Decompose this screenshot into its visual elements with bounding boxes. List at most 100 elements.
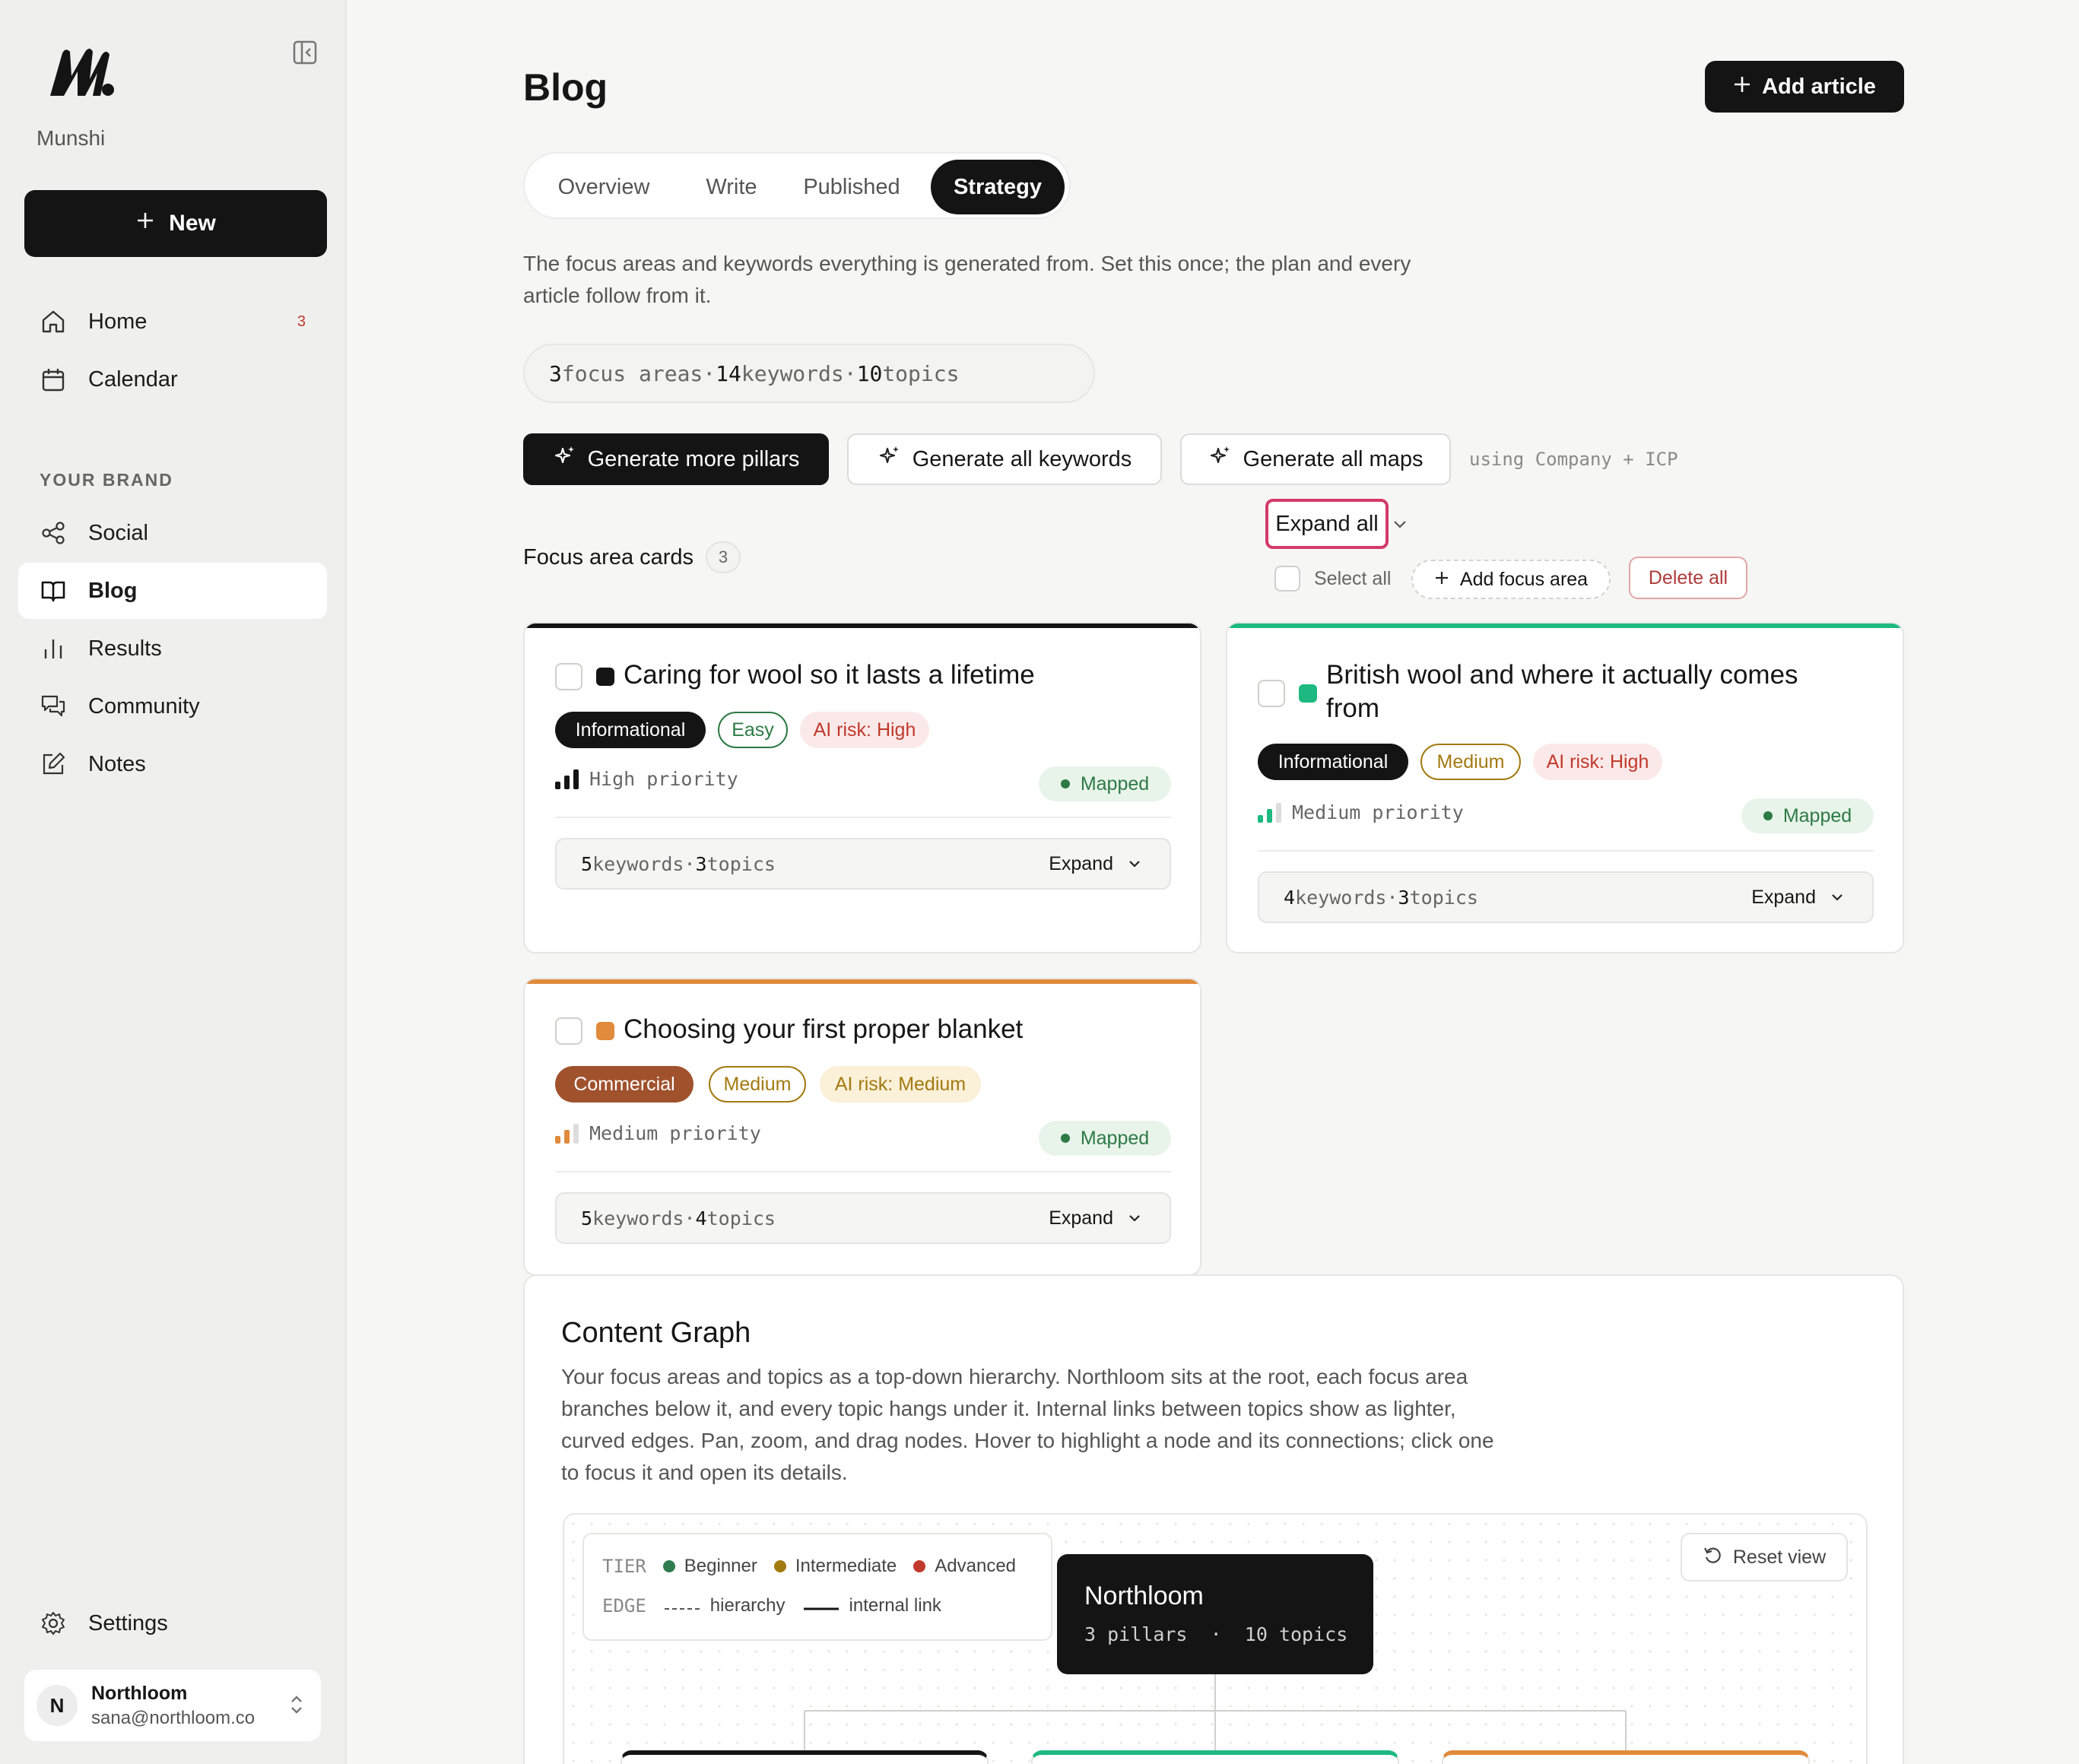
priority-label: Medium priority [589,1122,761,1144]
card-accent-bar [525,623,1200,628]
expand-card-button[interactable]: Expand [1049,853,1142,875]
priority-indicator: Medium priority [1258,801,1464,823]
pillar-label: pillars [1107,1623,1188,1645]
reset-icon [1703,1545,1722,1570]
sidebar-item-home[interactable]: Home 3 [18,293,327,350]
graph-canvas[interactable]: TIER Beginner Intermediate Advanced EDGE… [563,1513,1868,1764]
generate-pillars-button[interactable]: Generate more pillars [523,433,829,485]
sidebar-item-notes[interactable]: Notes [18,736,327,792]
priority-bars-icon [555,769,579,789]
edit-icon [40,750,67,778]
chevron-down-icon[interactable] [1392,517,1408,532]
focus-area-card[interactable]: Caring for wool so it lasts a lifetime I… [523,622,1201,953]
focus-area-card[interactable]: Choosing your first proper blanket Comme… [523,978,1201,1276]
add-focus-area-button[interactable]: Add focus area [1411,560,1611,599]
status-badge: Mapped [1039,766,1171,801]
solid-line-icon [802,1595,840,1616]
generation-source-note: using Company + ICP [1469,449,1678,470]
select-all-checkbox[interactable] [1274,566,1300,592]
card-checkbox[interactable] [555,1017,582,1045]
card-color-dot [596,1022,614,1040]
new-button[interactable]: New [24,190,327,257]
expand-card-button[interactable]: Expand [1049,1207,1142,1229]
delete-all-button[interactable]: Delete all [1629,557,1747,599]
keywords-summary-bar[interactable]: 4 keywords · 3 topics Expand [1258,871,1874,923]
pillar-count: 3 [1084,1623,1097,1645]
focus-area-card[interactable]: British wool and where it actually comes… [1226,622,1904,953]
expand-label: Expand [1049,1207,1113,1229]
expand-all-button[interactable]: Expand all [1265,499,1389,549]
generate-keywords-button[interactable]: Generate all keywords [847,433,1162,485]
generate-maps-label: Generate all maps [1243,446,1424,471]
plus-icon [1434,569,1449,591]
book-icon [40,577,67,604]
bar-chart-icon [40,635,67,662]
sidebar-item-blog[interactable]: Blog [18,563,327,619]
pillar-node[interactable] [621,1750,989,1764]
sidebar-item-results[interactable]: Results [18,620,327,677]
separator: · [843,360,857,386]
generate-maps-button[interactable]: Generate all maps [1180,433,1451,485]
card-title: Choosing your first proper blanket [624,1014,1024,1044]
focus-area-heading-label: Focus area cards [523,544,694,569]
status-badge: Mapped [1741,798,1874,833]
tab-strategy[interactable]: Strategy [931,160,1065,214]
graph-legend: TIER Beginner Intermediate Advanced EDGE… [582,1533,1052,1641]
priority-bars-icon [555,1123,579,1144]
intent-tag: Commercial [555,1066,694,1102]
pillar-node[interactable] [1031,1750,1399,1764]
separator: · [703,360,716,386]
sidebar-item-community[interactable]: Community [18,678,327,734]
card-checkbox[interactable] [555,663,582,690]
root-node-title: Northloom [1084,1582,1204,1610]
status-label: Mapped [1080,1127,1150,1149]
select-all-control[interactable]: Select all [1274,566,1391,592]
sidebar-item-social[interactable]: Social [18,505,327,561]
collapse-sidebar-icon[interactable] [292,40,318,65]
account-switcher[interactable]: N Northloom sana@northloom.co [24,1670,321,1741]
sidebar-item-label: Calendar [88,366,178,392]
status-label: Mapped [1782,804,1852,826]
generate-pillars-label: Generate more pillars [587,446,800,471]
reset-view-button[interactable]: Reset view [1681,1533,1848,1582]
tier-advanced: Advanced [935,1556,1017,1576]
add-article-button[interactable]: Add article [1705,61,1904,113]
separator: · [1210,1623,1222,1645]
sidebar: Munshi New Home 3 Calendar YOUR BRAND So… [0,0,347,1764]
sidebar-item-label: Notes [88,751,146,776]
focus-area-label: focus areas [561,360,703,386]
page-title: Blog [523,66,608,109]
tab-write[interactable]: Write [678,160,785,214]
tab-published[interactable]: Published [786,160,917,214]
content-graph-description: Your focus areas and topics as a top-dow… [561,1365,1494,1484]
keywords-summary-bar[interactable]: 5 keywords · 3 topics Expand [555,838,1171,890]
topic-label: topics [882,360,960,386]
strategy-stats: 3 focus areas · 14 keywords · 10 topics [523,344,1095,403]
difficulty-tag: Medium [1420,744,1521,780]
intent-tag: Informational [555,712,706,748]
keywords-summary-bar[interactable]: 5 keywords · 4 topics Expand [555,1192,1171,1244]
topic-count: 10 [856,360,883,386]
add-focus-area-label: Add focus area [1459,568,1589,590]
topic-label: topics [706,1207,776,1229]
priority-indicator: High priority [555,768,738,790]
sidebar-item-settings[interactable]: Settings [18,1595,327,1651]
brand-name: Munshi [37,126,106,150]
brand-logo[interactable] [47,46,116,100]
section-label: YOUR BRAND [40,470,173,490]
sidebar-item-calendar[interactable]: Calendar [18,351,327,408]
keyword-count: 5 [581,852,593,875]
sparkle-icon [1208,444,1233,474]
chevron-down-icon [1127,1207,1142,1229]
sidebar-item-label: Community [88,693,200,719]
tab-overview[interactable]: Overview [531,160,677,214]
chat-icon [40,693,67,720]
root-node[interactable]: Northloom 3 pillars · 10 topics [1057,1554,1373,1674]
separator: · [1386,886,1398,909]
select-all-label: Select all [1314,567,1392,589]
pillar-node[interactable] [1442,1750,1810,1764]
topic-count: 4 [695,1207,707,1229]
card-checkbox[interactable] [1258,680,1285,707]
expand-card-button[interactable]: Expand [1751,887,1845,909]
keyword-label: keywords [592,1207,684,1229]
